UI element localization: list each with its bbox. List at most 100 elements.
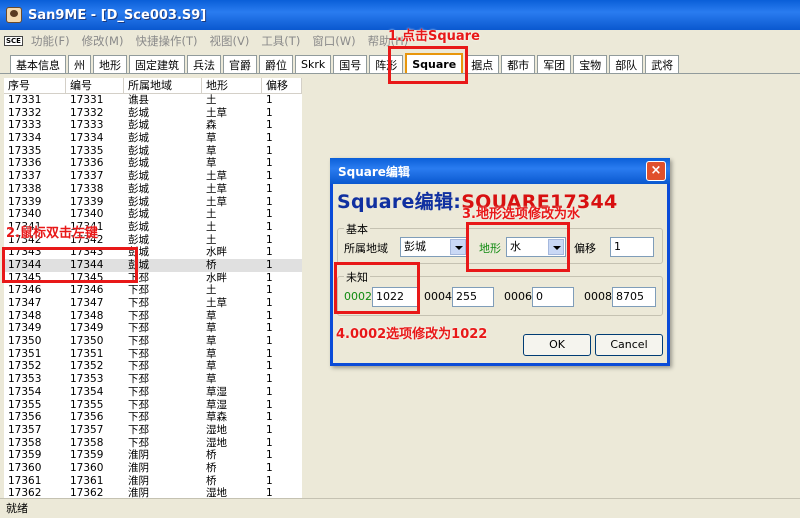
- table-row[interactable]: 17356 17356 下邳 草森 1: [4, 411, 302, 424]
- table-cell: 彭城: [128, 170, 149, 183]
- tab-11[interactable]: 据点: [465, 55, 500, 73]
- table-cell: 17362: [70, 487, 104, 498]
- table-cell: 草: [206, 322, 217, 335]
- table-row[interactable]: 17331 17331 谯县 土 1: [4, 94, 302, 107]
- table-cell: 1: [266, 246, 273, 259]
- table-cell: 桥: [206, 449, 217, 462]
- table-row[interactable]: 17349 17349 下邳 草 1: [4, 322, 302, 335]
- tab-1[interactable]: 州: [68, 55, 91, 73]
- tab-13[interactable]: 军团: [537, 55, 572, 73]
- tab-15[interactable]: 部队: [609, 55, 644, 73]
- table-cell: 17356: [8, 411, 42, 424]
- table-cell: 下邳: [128, 360, 149, 373]
- table-row[interactable]: 17348 17348 下邳 草 1: [4, 310, 302, 323]
- table-row[interactable]: 17335 17335 彭城 草 1: [4, 145, 302, 158]
- table-row[interactable]: 17333 17333 彭城 森 1: [4, 119, 302, 132]
- table-cell: 17338: [8, 182, 42, 195]
- table-row[interactable]: 17351 17351 下邳 草 1: [4, 348, 302, 361]
- column-header-terrain[interactable]: 地形: [202, 78, 262, 93]
- table-row[interactable]: 17355 17355 下邳 草湿 1: [4, 399, 302, 412]
- table-row[interactable]: 17352 17352 下邳 草 1: [4, 360, 302, 373]
- table-row[interactable]: 17346 17346 下邳 土 1: [4, 284, 302, 297]
- tab-12[interactable]: 都市: [501, 55, 536, 73]
- step3-annotation: 3.地形选项修改为水: [462, 207, 580, 222]
- menu-view[interactable]: 视图(V): [209, 33, 249, 49]
- column-header-region[interactable]: 所属地域: [124, 78, 202, 93]
- menu-tools[interactable]: 工具(T): [261, 33, 300, 49]
- table-cell: 淮阴: [128, 474, 149, 487]
- table-cell: 土: [206, 208, 217, 221]
- table-cell: 下邳: [128, 322, 149, 335]
- table-cell: 1: [266, 144, 273, 157]
- tab-5[interactable]: 官爵: [223, 55, 257, 73]
- tab-8[interactable]: 国号: [333, 55, 368, 73]
- tab-0[interactable]: 基本信息: [10, 55, 66, 73]
- table-cell: 1: [266, 322, 273, 335]
- chevron-down-icon[interactable]: [450, 239, 466, 255]
- menu-quick-ops[interactable]: 快捷操作(T): [135, 33, 197, 49]
- tab-7[interactable]: Skrk: [295, 55, 332, 73]
- step1-highlight-box: [388, 46, 468, 84]
- table-cell: 彭城: [128, 220, 149, 233]
- tab-2[interactable]: 地形: [93, 55, 127, 73]
- table-row[interactable]: 17336 17336 彭城 草 1: [4, 157, 302, 170]
- column-header-offset[interactable]: 偏移: [262, 78, 302, 93]
- table-row[interactable]: 17358 17358 下邳 湿地 1: [4, 437, 302, 450]
- table-row[interactable]: 17359 17359 淮阴 桥 1: [4, 449, 302, 462]
- ok-button[interactable]: OK: [523, 334, 591, 356]
- tab-3[interactable]: 固定建筑: [129, 55, 185, 73]
- table-cell: 下邳: [128, 284, 149, 297]
- table-row[interactable]: 17360 17360 淮阴 桥 1: [4, 462, 302, 475]
- table-row[interactable]: 17337 17337 彭城 土草 1: [4, 170, 302, 183]
- field-0008-input[interactable]: 8705: [612, 287, 656, 307]
- menu-window[interactable]: 窗口(W): [312, 33, 355, 49]
- table-row[interactable]: 17339 17339 彭城 土草 1: [4, 196, 302, 209]
- menu-function[interactable]: 功能(F): [31, 33, 70, 49]
- table-cell: 下邳: [128, 347, 149, 360]
- region-select[interactable]: 彭城: [400, 237, 468, 257]
- column-header-index[interactable]: 序号: [4, 78, 66, 93]
- table-cell: 湿地: [206, 436, 227, 449]
- table-cell: 17362: [8, 487, 42, 498]
- table-cell: 淮阴: [128, 449, 149, 462]
- table-cell: 1: [266, 398, 273, 411]
- table-row[interactable]: 17361 17361 淮阴 桥 1: [4, 475, 302, 488]
- table-cell: 土: [206, 94, 217, 106]
- tab-14[interactable]: 宝物: [573, 55, 608, 73]
- table-row[interactable]: 17334 17334 彭城 草 1: [4, 132, 302, 145]
- table-cell: 17336: [8, 157, 42, 170]
- table-row[interactable]: 17350 17350 下邳 草 1: [4, 335, 302, 348]
- table-cell: 彭城: [128, 157, 149, 170]
- table-cell: 谯县: [128, 94, 149, 106]
- table-cell: 17358: [8, 436, 42, 449]
- field-0006-input[interactable]: 0: [532, 287, 574, 307]
- table-row[interactable]: 17357 17357 下邳 湿地 1: [4, 424, 302, 437]
- table-row[interactable]: 17338 17338 彭城 土草 1: [4, 183, 302, 196]
- close-icon[interactable]: ×: [646, 161, 666, 181]
- table-cell: 下邳: [128, 436, 149, 449]
- table-row[interactable]: 17332 17332 彭城 土草 1: [4, 107, 302, 120]
- table-cell: 下邳: [128, 398, 149, 411]
- square-list[interactable]: 序号 编号 所属地域 地形 偏移 17331 17331 谯县土 1 17332 1733…: [4, 78, 302, 498]
- table-row[interactable]: 17362 17362 淮阴 湿地 1: [4, 487, 302, 498]
- table-cell: 下邳: [128, 423, 149, 436]
- table-cell: 17348: [70, 309, 104, 322]
- field-0004-label: 0004: [424, 290, 452, 303]
- table-row[interactable]: 17347 17347 下邳 土草 1: [4, 297, 302, 310]
- tab-6[interactable]: 爵位: [259, 55, 293, 73]
- table-row[interactable]: 17353 17353 下邳 草 1: [4, 373, 302, 386]
- step1-annotation: 1.点击Square: [388, 29, 480, 44]
- tab-16[interactable]: 武将: [645, 55, 680, 73]
- field-0004-input[interactable]: 255: [452, 287, 494, 307]
- offset-field[interactable]: 1: [610, 237, 654, 257]
- table-cell: 17352: [8, 360, 42, 373]
- table-row[interactable]: 17340 17340 彭城 土 1: [4, 208, 302, 221]
- table-cell: 1: [266, 487, 273, 498]
- table-cell: 草: [206, 373, 217, 386]
- menu-modify[interactable]: 修改(M): [82, 33, 124, 49]
- table-cell: 下邳: [128, 309, 149, 322]
- cancel-button[interactable]: Cancel: [595, 334, 663, 356]
- column-header-id[interactable]: 编号: [66, 78, 124, 93]
- tab-4[interactable]: 兵法: [187, 55, 221, 73]
- table-row[interactable]: 17354 17354 下邳 草湿 1: [4, 386, 302, 399]
